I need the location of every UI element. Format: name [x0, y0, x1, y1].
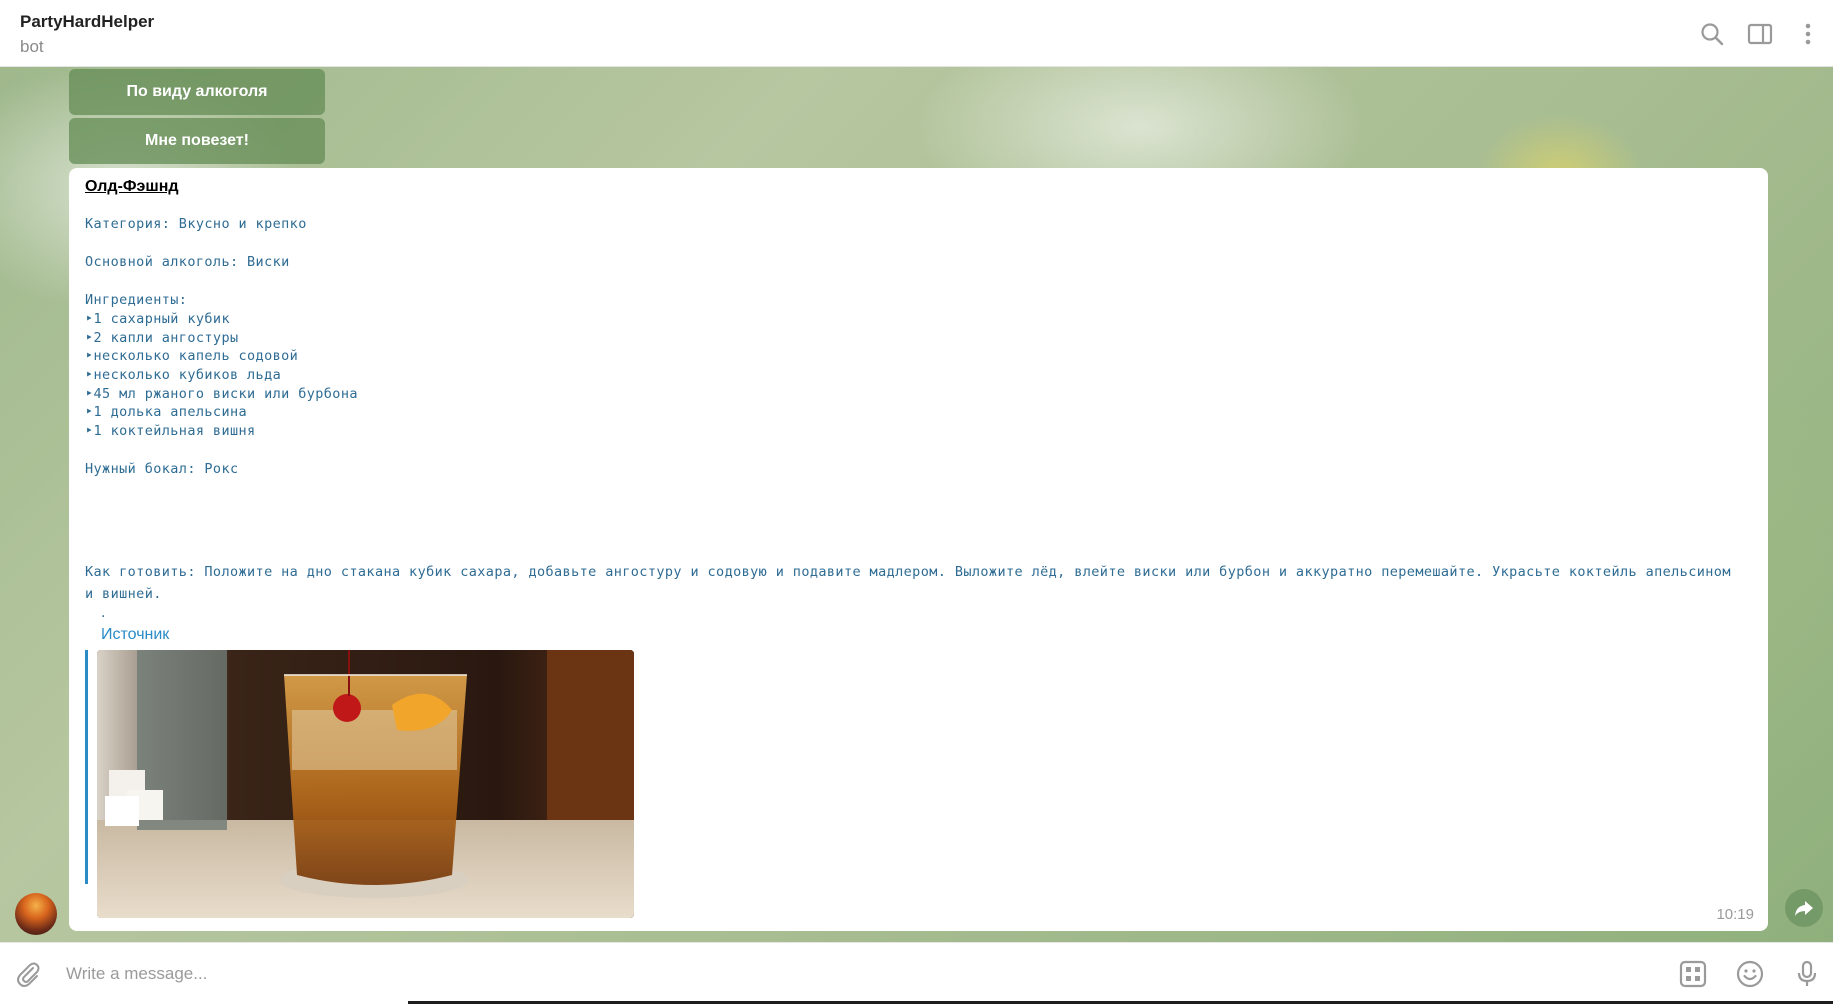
forward-icon[interactable]: [1785, 889, 1823, 927]
message-composer: [0, 942, 1833, 1004]
message-time: 10:19: [1716, 906, 1754, 923]
dot-text: .: [101, 605, 106, 621]
chat-title[interactable]: PartyHardHelper: [20, 12, 154, 32]
ingredient-item: ‣1 сахарный кубик: [85, 311, 230, 327]
message-bubble: Олд-Фэшнд Категория: Вкусно и крепко Осн…: [69, 168, 1768, 931]
keyboard-button-lucky[interactable]: Мне повезет!: [69, 118, 325, 164]
bot-avatar[interactable]: [15, 893, 57, 935]
source-link[interactable]: Источник: [101, 626, 169, 644]
attach-icon[interactable]: [13, 959, 43, 989]
ingredient-item: ‣2 капли ангостуры: [85, 330, 239, 346]
ingredient-item: ‣1 долька апельсина: [85, 404, 248, 420]
category-line: Категория: Вкусно и крепко: [85, 216, 307, 232]
base-alcohol-line: Основной алкоголь: Виски: [85, 254, 290, 270]
message-input[interactable]: [64, 961, 1648, 987]
ingredient-item: ‣1 коктейльная вишня: [85, 423, 256, 439]
chat-area: По виду алкоголя Мне повезет! Олд-Фэшнд …: [0, 67, 1833, 942]
cocktail-title: Олд-Фэшнд: [85, 178, 179, 195]
preview-accent-bar: [85, 650, 88, 884]
search-icon[interactable]: [1698, 20, 1726, 48]
how-to-text: Как готовить: Положите на дно стакана ку…: [85, 564, 1731, 602]
more-vertical-icon[interactable]: [1794, 20, 1822, 48]
glass-line: Нужный бокал: Рокс: [85, 461, 239, 477]
bot-commands-icon[interactable]: [1678, 959, 1708, 989]
ingredients-header: Ингредиенты:: [85, 292, 188, 308]
microphone-icon[interactable]: [1792, 959, 1822, 989]
cocktail-photo[interactable]: [97, 650, 634, 918]
ingredient-item: ‣несколько кубиков льда: [85, 367, 282, 383]
chat-header: PartyHardHelper bot: [0, 0, 1833, 67]
ingredient-item: ‣несколько капель содовой: [85, 348, 299, 364]
chat-subtitle: bot: [20, 37, 44, 56]
sidebar-toggle-icon[interactable]: [1746, 20, 1774, 48]
ingredient-item: ‣45 мл ржаного виски или бурбона: [85, 386, 358, 402]
emoji-icon[interactable]: [1735, 959, 1765, 989]
keyboard-button-by-alcohol[interactable]: По виду алкоголя: [69, 69, 325, 115]
